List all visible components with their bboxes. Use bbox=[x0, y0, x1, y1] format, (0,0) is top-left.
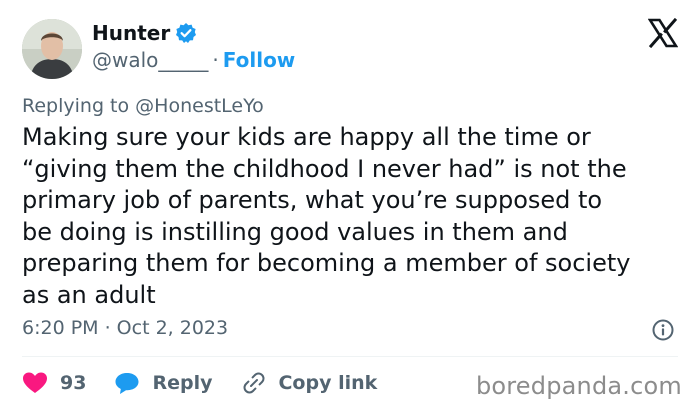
heart-icon bbox=[22, 371, 48, 395]
copy-link-label: Copy link bbox=[278, 372, 378, 394]
replying-to-line: Replying to @HonestLeYo bbox=[22, 94, 264, 118]
reply-bubble-icon bbox=[114, 371, 140, 395]
tweet-line: primary job of parents, what you’re supp… bbox=[22, 186, 603, 214]
author-name[interactable]: Hunter bbox=[92, 21, 170, 45]
watermark: boredpanda.com bbox=[475, 372, 682, 400]
reply-button[interactable]: Reply bbox=[114, 371, 242, 395]
tweet-line: “giving them the childhood I never had” … bbox=[22, 154, 627, 183]
tweet-line: be doing is instilling good values in th… bbox=[22, 217, 568, 246]
divider bbox=[22, 356, 678, 357]
x-logo-icon[interactable] bbox=[647, 17, 679, 49]
author-handle[interactable]: @walo_____ bbox=[92, 48, 208, 72]
copy-link-button[interactable]: Copy link bbox=[242, 371, 377, 395]
author-handle-row: @walo_____ · Follow bbox=[92, 48, 295, 72]
replying-prefix: Replying to bbox=[22, 95, 130, 117]
replying-mention[interactable]: @HonestLeYo bbox=[135, 95, 264, 117]
author-name-row: Hunter bbox=[92, 21, 197, 45]
tweet-timestamp[interactable]: 6:20 PM · Oct 2, 2023 bbox=[22, 316, 228, 340]
link-icon bbox=[242, 371, 266, 395]
separator-dot: · bbox=[212, 48, 219, 72]
info-icon[interactable] bbox=[651, 318, 675, 342]
like-button[interactable]: 93 bbox=[22, 371, 114, 395]
reply-label: Reply bbox=[152, 372, 213, 394]
like-count: 93 bbox=[60, 372, 87, 394]
action-bar: 93 Reply Copy link bbox=[22, 368, 377, 398]
follow-button[interactable]: Follow bbox=[223, 48, 296, 72]
tweet-line: as an adult bbox=[22, 280, 156, 309]
tweet-line: Making sure your kids are happy all the … bbox=[22, 123, 591, 151]
avatar[interactable] bbox=[22, 19, 82, 79]
tweet-text: Making sure your kids are happy all the … bbox=[22, 122, 682, 311]
tweet-card: Hunter @walo_____ · Follow Replying to @… bbox=[0, 0, 700, 410]
tweet-line: preparing them for becoming a member of … bbox=[22, 249, 631, 277]
verified-badge-icon bbox=[175, 22, 197, 44]
